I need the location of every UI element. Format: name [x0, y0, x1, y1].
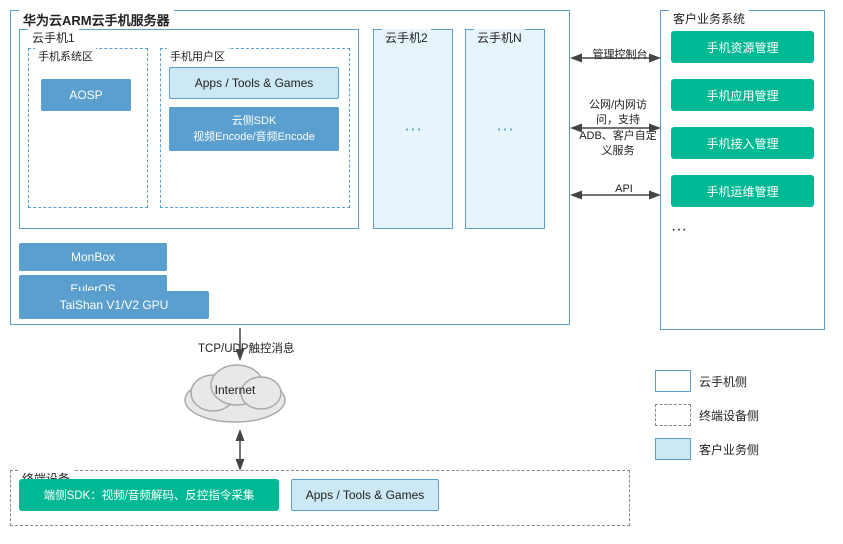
cloud-phone2-title: 云手机2: [382, 29, 431, 46]
legend-cloud-item: 云手机侧: [655, 370, 759, 392]
phone2-dots: ···: [404, 119, 422, 140]
cloud-phone2: 云手机2 ···: [373, 29, 453, 229]
arrow-network-label: 公网/内网访问，支持ADB、客户自定义服务: [578, 98, 658, 160]
legend-cloud-label: 云手机侧: [699, 373, 747, 390]
legend-terminal-label: 终端设备侧: [699, 407, 759, 424]
legend-customer-item: 客户业务侧: [655, 438, 759, 460]
phone-n-dots: ···: [496, 119, 514, 140]
legend-terminal-item: 终端设备侧: [655, 404, 759, 426]
legend: 云手机侧 终端设备侧 客户业务侧: [655, 370, 759, 460]
terminal-apps: Apps / Tools & Games: [291, 479, 439, 511]
system-area-title: 手机系统区: [35, 48, 96, 64]
internet-cloud: Internet: [175, 355, 295, 425]
phone-resource-btn: 手机资源管理: [671, 31, 814, 63]
terminal-sdk: 端侧SDK：视频/音频解码、反控指令采集: [19, 479, 279, 511]
apps-in-phone1: Apps / Tools & Games: [169, 67, 339, 99]
legend-customer-label: 客户业务侧: [699, 441, 759, 458]
arrow-mgmt-label: 管理控制台: [584, 48, 656, 63]
aosp-label: AOSP: [69, 88, 102, 102]
phone-ops-btn: 手机运维管理: [671, 175, 814, 207]
terminal-box: 终端设备 端侧SDK：视频/音频解码、反控指令采集 Apps / Tools &…: [10, 470, 630, 526]
taishan: TaiShan V1/V2 GPU: [19, 291, 209, 319]
legend-customer-box: [655, 438, 691, 460]
internet-label: Internet: [175, 383, 295, 397]
customer-box: 客户业务系统 手机资源管理 手机应用管理 手机接入管理 手机运维管理 ···: [660, 10, 825, 330]
sdk-line2: 视频Encode/音频Encode: [193, 129, 315, 146]
sdk-box: 云侧SDK 视频Encode/音频Encode: [169, 107, 339, 151]
monbox: MonBox: [19, 243, 167, 271]
cloud-phone1: 云手机1 手机系统区 AOSP 手机用户区 Apps / Tools & Gam…: [19, 29, 359, 229]
cloud-phone1-title: 云手机1: [28, 29, 79, 46]
server-box: 华为云ARM云手机服务器 云手机1 手机系统区 AOSP 手机用户区 Apps …: [10, 10, 570, 325]
customer-dots: ···: [671, 221, 687, 239]
customer-title: 客户业务系统: [669, 10, 749, 27]
cloud-phone-n: 云手机N ···: [465, 29, 545, 229]
arrow-api-label: API: [604, 182, 644, 197]
user-area-title: 手机用户区: [167, 48, 228, 64]
phone-app-btn: 手机应用管理: [671, 79, 814, 111]
phone-access-btn: 手机接入管理: [671, 127, 814, 159]
sdk-line1: 云侧SDK: [232, 113, 277, 130]
diagram: 华为云ARM云手机服务器 云手机1 手机系统区 AOSP 手机用户区 Apps …: [10, 10, 830, 524]
user-area: 手机用户区 Apps / Tools & Games 云侧SDK 视频Encod…: [160, 48, 350, 208]
legend-cloud-box: [655, 370, 691, 392]
apps-label: Apps / Tools & Games: [195, 76, 314, 90]
tcp-label: TCP/UDP触控消息: [198, 340, 294, 356]
arrow-network-text: 公网/内网访问，支持ADB、客户自定义服务: [579, 99, 657, 157]
cloud-phone-n-title: 云手机N: [474, 29, 525, 46]
server-title: 华为云ARM云手机服务器: [19, 10, 174, 29]
system-area: 手机系统区 AOSP: [28, 48, 148, 208]
legend-terminal-box: [655, 404, 691, 426]
aosp-box: AOSP: [41, 79, 131, 111]
